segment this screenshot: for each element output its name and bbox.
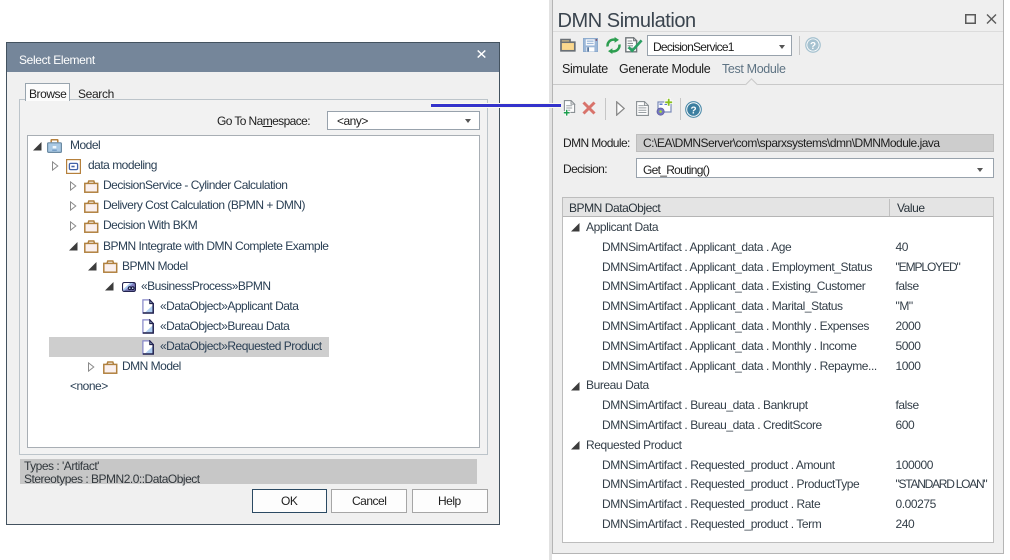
svg-text:?: ?: [810, 41, 816, 52]
svg-text:?: ?: [690, 105, 696, 116]
